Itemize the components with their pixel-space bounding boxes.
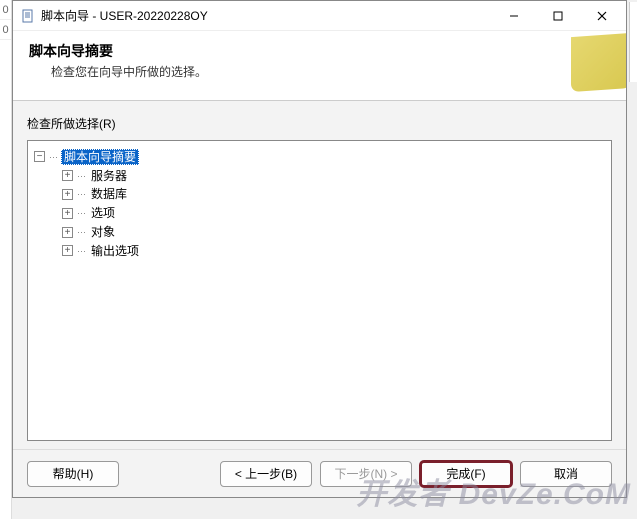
summary-tree[interactable]: −⋯脚本向导摘要 +⋯服务器 +⋯数据库 +⋯选项 +⋯对象 (27, 140, 612, 441)
tree-connector-icon: ⋯ (49, 152, 59, 162)
gutter-cell: 0 (0, 20, 11, 40)
tree-connector-icon: ⋯ (77, 171, 87, 181)
tree-child-label[interactable]: 输出选项 (89, 244, 141, 258)
tree-child-node[interactable]: + ⋯选项 (62, 203, 607, 222)
window-title: 脚本向导 - USER-20220228OY (41, 7, 492, 24)
wizard-button-row: 帮助(H) < 上一步(B) 下一步(N) > 完成(F) 取消 (13, 449, 626, 497)
expand-icon[interactable]: + (62, 208, 73, 219)
minimize-button[interactable] (492, 2, 536, 30)
tree-connector-icon: ⋯ (77, 189, 87, 199)
tree-connector-icon: ⋯ (77, 227, 87, 237)
tree-child-node[interactable]: + ⋯输出选项 (62, 241, 607, 260)
page-subtitle: 检查您在向导中所做的选择。 (51, 63, 207, 80)
tree-child-node[interactable]: + ⋯数据库 (62, 185, 607, 204)
expand-icon[interactable]: + (62, 189, 73, 200)
collapse-icon[interactable]: − (34, 151, 45, 162)
section-label: 检查所做选择(R) (27, 115, 612, 132)
tree-connector-icon: ⋯ (77, 208, 87, 218)
tree-child-label[interactable]: 选项 (89, 206, 117, 220)
tree-child-label[interactable]: 对象 (89, 225, 117, 239)
expand-icon[interactable]: + (62, 245, 73, 256)
cancel-button[interactable]: 取消 (520, 461, 612, 487)
help-button[interactable]: 帮助(H) (27, 461, 119, 487)
tree-children: +⋯服务器 +⋯数据库 +⋯选项 +⋯对象 +⋯输出选项 (34, 166, 607, 260)
expand-icon[interactable]: + (62, 170, 73, 181)
tree-child-label[interactable]: 数据库 (89, 187, 129, 201)
next-button: 下一步(N) > (320, 461, 412, 487)
tree-child-label[interactable]: 服务器 (89, 169, 129, 183)
header-ribbon-decor (571, 31, 626, 101)
back-button[interactable]: < 上一步(B) (220, 461, 312, 487)
tree-root-node[interactable]: −⋯脚本向导摘要 (34, 147, 607, 166)
left-gutter: 0 0 (0, 0, 12, 519)
finish-button[interactable]: 完成(F) (420, 461, 512, 487)
tree-connector-icon: ⋯ (77, 246, 87, 256)
tree-child-node[interactable]: + ⋯服务器 (62, 166, 607, 185)
right-edge-strip (629, 2, 637, 82)
wizard-window: 脚本向导 - USER-20220228OY 脚本向导摘要 检查您在向导中所做的… (12, 0, 627, 498)
tree-root-label[interactable]: 脚本向导摘要 (61, 149, 139, 165)
close-button[interactable] (580, 2, 624, 30)
tree-child-node[interactable]: + ⋯对象 (62, 222, 607, 241)
titlebar: 脚本向导 - USER-20220228OY (13, 1, 626, 31)
window-controls (492, 2, 624, 30)
wizard-header: 脚本向导摘要 检查您在向导中所做的选择。 (13, 31, 626, 101)
app-icon (21, 9, 35, 23)
expand-icon[interactable]: + (62, 227, 73, 238)
maximize-button[interactable] (536, 2, 580, 30)
gutter-cell: 0 (0, 0, 11, 20)
wizard-content: 检查所做选择(R) −⋯脚本向导摘要 +⋯服务器 +⋯数据库 +⋯选项 (13, 101, 626, 449)
page-title: 脚本向导摘要 (29, 41, 113, 61)
